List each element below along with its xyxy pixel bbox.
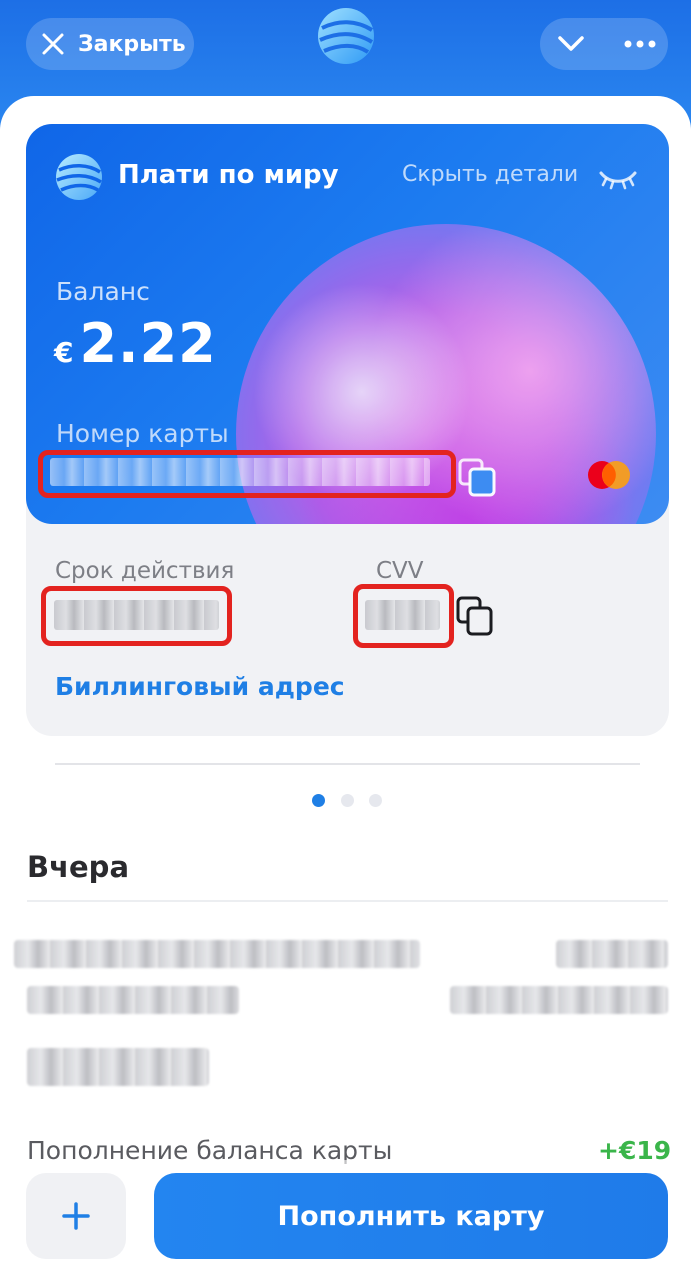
card-number-label: Номер карты: [56, 419, 229, 448]
expiry-label: Срок действия: [55, 558, 235, 584]
mastercard-logo-icon: [588, 461, 630, 489]
close-label: Закрыть: [78, 31, 186, 57]
section-divider: [27, 900, 668, 902]
pager-dot-3[interactable]: [369, 794, 382, 807]
transactions-date-header: Вчера: [27, 850, 130, 884]
close-icon: [42, 33, 64, 55]
cvv-label: CVV: [376, 558, 424, 584]
globe-logo-icon: [318, 8, 374, 64]
add-button[interactable]: [26, 1173, 126, 1259]
balance-label: Баланс: [56, 277, 150, 306]
close-button[interactable]: Закрыть: [26, 18, 194, 70]
transaction-redacted: [556, 940, 668, 968]
copy-icon[interactable]: [455, 595, 495, 637]
pager-dot-1[interactable]: [312, 794, 325, 807]
expiry-highlight: [41, 586, 232, 646]
currency-symbol: €: [54, 336, 74, 369]
billing-address-link[interactable]: Биллинговый адрес: [55, 672, 345, 701]
balance-amount: € 2.22: [54, 312, 217, 375]
cvv-highlight: [353, 584, 454, 648]
virtual-card[interactable]: Плати по миру Скрыть детали Баланс € 2.2…: [26, 124, 669, 524]
plus-icon: [62, 1202, 90, 1230]
hide-details-button[interactable]: Скрыть детали: [402, 162, 578, 187]
divider: [55, 763, 640, 765]
transaction-redacted: [27, 986, 239, 1014]
chevron-down-icon[interactable]: [556, 32, 586, 56]
top-up-card-button[interactable]: Пополнить карту: [154, 1173, 668, 1259]
transaction-redacted: [27, 1048, 209, 1086]
globe-logo-icon: [56, 154, 102, 200]
card-number-highlight: [38, 450, 456, 498]
transaction-redacted: [14, 940, 420, 968]
balance-value: 2.22: [79, 312, 217, 375]
more-dots-icon[interactable]: [624, 40, 656, 48]
transaction-redacted: [450, 986, 668, 1014]
pager-dot-2[interactable]: [341, 794, 354, 807]
header-actions: [540, 18, 668, 70]
copy-icon[interactable]: [456, 456, 498, 498]
eye-closed-icon[interactable]: [598, 168, 638, 192]
card-brand-name: Плати по миру: [118, 160, 339, 190]
